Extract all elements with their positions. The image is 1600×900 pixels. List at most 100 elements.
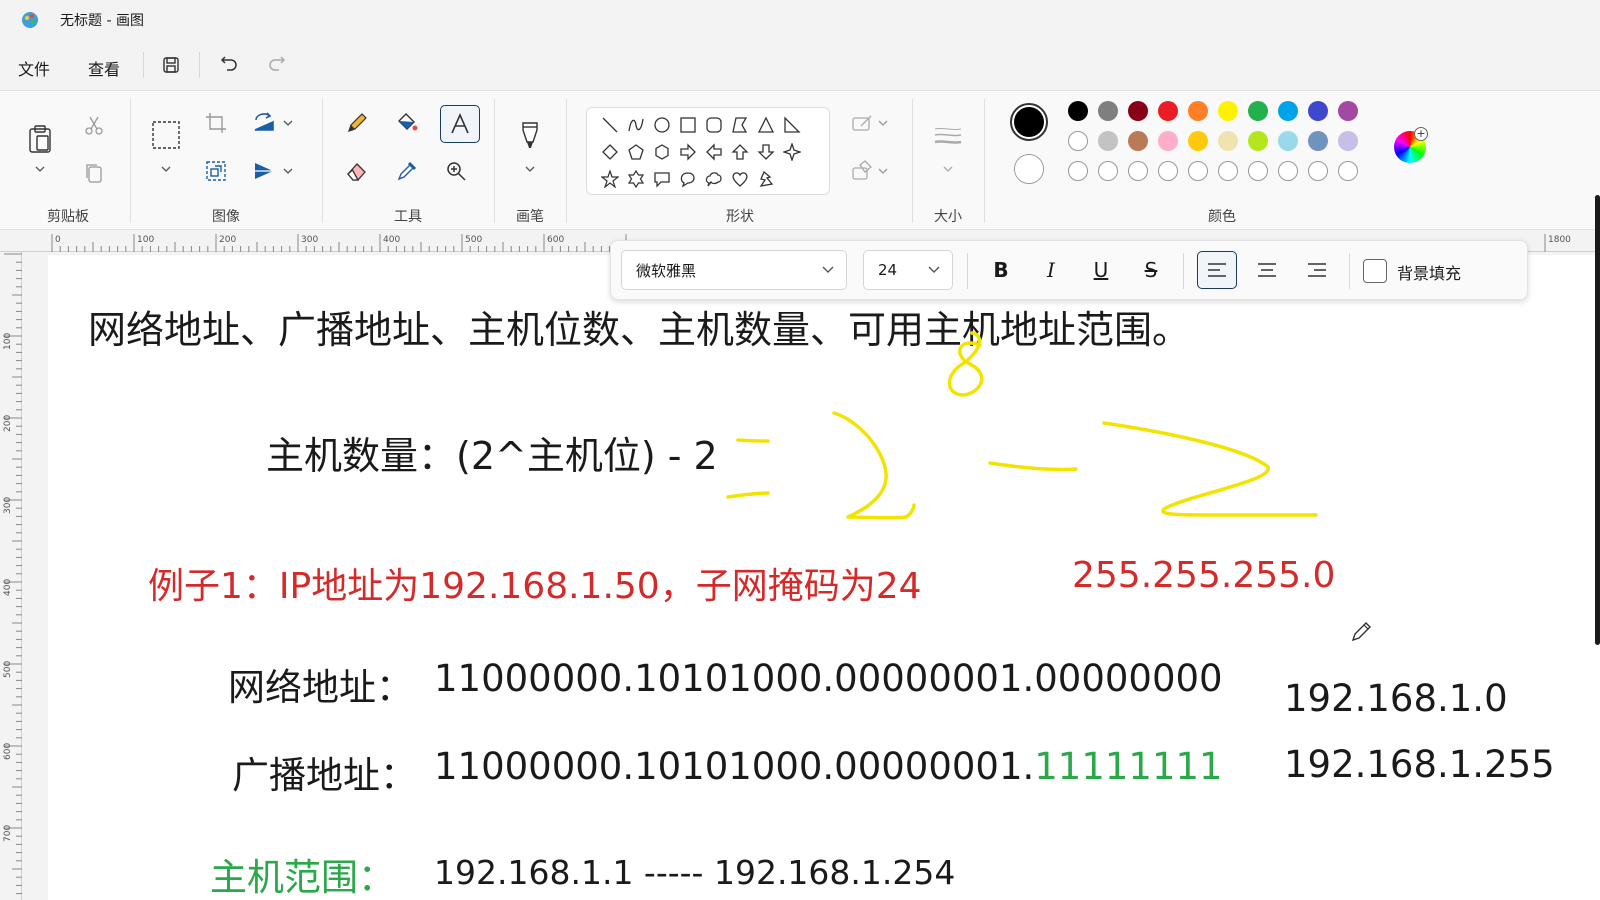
cut-button[interactable] [78, 109, 110, 141]
custom-color-slot[interactable] [1128, 161, 1148, 181]
palette-swatch[interactable] [1128, 101, 1148, 121]
up-arrow-shape[interactable] [729, 141, 751, 163]
palette-swatch[interactable] [1248, 101, 1268, 121]
edit-colors-button[interactable]: + [1394, 127, 1428, 163]
down-arrow-shape[interactable] [755, 141, 777, 163]
right-arrow-shape[interactable] [677, 141, 699, 163]
palette-swatch[interactable] [1278, 101, 1298, 121]
line-shape[interactable] [599, 114, 621, 136]
palette-swatch[interactable] [1188, 101, 1208, 121]
save-button[interactable] [156, 50, 186, 80]
outline-dropdown[interactable] [877, 117, 889, 129]
five-point-star-shape[interactable] [599, 168, 621, 190]
palette-swatch[interactable] [1068, 101, 1088, 121]
flip-dropdown[interactable] [282, 165, 294, 177]
paste-button[interactable] [24, 121, 56, 157]
align-center-button[interactable] [1247, 251, 1287, 289]
custom-color-slot[interactable] [1098, 161, 1118, 181]
copy-button[interactable] [78, 157, 110, 189]
cloud-callout-shape[interactable] [703, 168, 725, 190]
heart-shape[interactable] [729, 168, 751, 190]
four-point-star-shape[interactable] [781, 141, 803, 163]
six-point-star-shape[interactable] [625, 168, 647, 190]
brushes-button[interactable] [514, 119, 546, 151]
fill-shape-button[interactable] [846, 155, 878, 187]
custom-color-slot[interactable] [1308, 161, 1328, 181]
color1-selector[interactable] [1010, 103, 1048, 141]
palette-swatch[interactable] [1278, 131, 1298, 151]
hexagon-shape[interactable] [651, 141, 673, 163]
left-arrow-shape[interactable] [703, 141, 725, 163]
rotate-dropdown[interactable] [282, 117, 294, 129]
pentagon-shape[interactable] [625, 141, 647, 163]
right-triangle-shape[interactable] [781, 114, 803, 136]
rounded-rectangle-shape[interactable] [703, 114, 725, 136]
bold-button[interactable]: B [981, 251, 1021, 289]
italic-button[interactable]: I [1031, 251, 1071, 289]
resize-button[interactable] [200, 155, 232, 187]
fill-shape-dropdown[interactable] [877, 165, 889, 177]
text-tool-button[interactable] [440, 105, 480, 143]
custom-color-slot[interactable] [1248, 161, 1268, 181]
align-left-button[interactable] [1197, 251, 1237, 289]
rectangle-shape[interactable] [677, 114, 699, 136]
color-picker-button[interactable] [391, 155, 423, 187]
triangle-shape[interactable] [755, 114, 777, 136]
redo-button[interactable] [262, 50, 292, 80]
size-button[interactable] [932, 121, 964, 153]
oval-callout-shape[interactable] [677, 168, 699, 190]
palette-swatch[interactable] [1068, 131, 1088, 151]
menu-view[interactable]: 查看 [84, 54, 124, 82]
rect-callout-shape[interactable] [651, 168, 673, 190]
palette-swatch[interactable] [1158, 101, 1178, 121]
custom-color-slot[interactable] [1188, 161, 1208, 181]
palette-swatch[interactable] [1308, 101, 1328, 121]
paste-dropdown[interactable] [34, 163, 46, 175]
align-right-button[interactable] [1297, 251, 1337, 289]
palette-swatch[interactable] [1248, 131, 1268, 151]
crop-button[interactable] [200, 107, 232, 139]
palette-swatch[interactable] [1098, 101, 1118, 121]
palette-swatch[interactable] [1128, 131, 1148, 151]
polygon-shape[interactable] [729, 114, 751, 136]
palette-swatch[interactable] [1218, 131, 1238, 151]
background-fill-checkbox[interactable] [1363, 259, 1387, 283]
font-family-select[interactable]: 微软雅黑 [621, 250, 847, 290]
flip-button[interactable] [248, 155, 280, 187]
undo-button[interactable] [214, 50, 244, 80]
select-button[interactable] [150, 119, 182, 151]
oval-shape[interactable] [651, 114, 673, 136]
menu-file[interactable]: 文件 [14, 54, 54, 82]
custom-color-slot[interactable] [1278, 161, 1298, 181]
lightning-shape[interactable] [755, 168, 777, 190]
vertical-scrollbar[interactable] [1595, 195, 1600, 645]
fill-button[interactable] [391, 107, 423, 139]
custom-color-slot[interactable] [1158, 161, 1178, 181]
palette-swatch[interactable] [1218, 101, 1238, 121]
palette-swatch[interactable] [1158, 131, 1178, 151]
strikethrough-button[interactable]: S [1131, 251, 1171, 289]
palette-swatch[interactable] [1338, 131, 1358, 151]
select-dropdown[interactable] [160, 163, 172, 175]
palette-swatch[interactable] [1308, 131, 1328, 151]
underline-button[interactable]: U [1081, 251, 1121, 289]
palette-swatch[interactable] [1338, 101, 1358, 121]
brushes-dropdown[interactable] [524, 163, 536, 175]
custom-color-slot[interactable] [1218, 161, 1238, 181]
eraser-button[interactable] [341, 155, 373, 187]
ruler-label: 200 [219, 235, 236, 245]
rotate-button[interactable] [248, 107, 280, 139]
outline-button[interactable] [846, 107, 878, 139]
diamond-shape[interactable] [599, 141, 621, 163]
palette-swatch[interactable] [1188, 131, 1208, 151]
palette-swatch[interactable] [1098, 131, 1118, 151]
magnifier-button[interactable] [440, 155, 472, 187]
pencil-button[interactable] [341, 107, 373, 139]
curve-shape[interactable] [625, 114, 647, 136]
custom-color-slot[interactable] [1338, 161, 1358, 181]
font-size-select[interactable]: 24 [863, 250, 953, 290]
drawing-canvas[interactable]: 网络地址、广播地址、主机位数、主机数量、可用主机地址范围。 主机数量：(2^主机… [48, 255, 1600, 900]
custom-color-slot[interactable] [1068, 161, 1088, 181]
color2-selector[interactable] [1014, 154, 1044, 184]
size-dropdown[interactable] [942, 163, 954, 175]
